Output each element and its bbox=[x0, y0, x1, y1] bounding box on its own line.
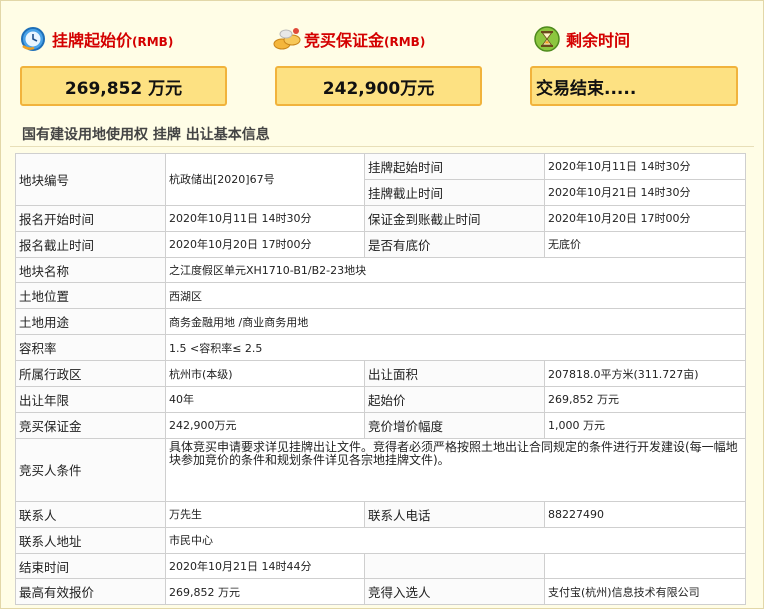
table-row: 联系人 万先生 联系人电话 88227490 bbox=[15, 500, 746, 528]
clock-icon bbox=[20, 26, 46, 52]
remaining-header: 剩余时间 bbox=[534, 24, 630, 54]
section-title: 国有建设用地使用权 挂牌 出让基本信息 bbox=[22, 127, 270, 143]
coins-icon bbox=[272, 26, 301, 52]
row-value: 西湖区 bbox=[165, 282, 746, 310]
row-key: 是否有底价 bbox=[364, 230, 545, 258]
table-row: 报名截止时间 2020年10月20日 17时00分 是否有底价 无底价 bbox=[15, 230, 746, 258]
row-key: 联系人地址 bbox=[15, 526, 166, 554]
row-key: 结束时间 bbox=[15, 552, 166, 580]
row-value: 2020年10月11日 14时30分 bbox=[544, 153, 746, 180]
row-value: 269,852 万元 bbox=[165, 578, 365, 606]
deposit-value-box: 242,900万元 bbox=[275, 66, 482, 106]
row-key: 起始价 bbox=[364, 386, 545, 413]
row-key: 挂牌起始时间 bbox=[364, 153, 545, 180]
row-key: 容积率 bbox=[15, 334, 166, 362]
row-value: 支付宝(杭州)信息技术有限公司 bbox=[544, 578, 746, 606]
row-key: 竞买保证金 bbox=[15, 411, 166, 439]
deposit-header: 竞买保证金(RMB) bbox=[272, 24, 425, 54]
row-value: 242,900万元 bbox=[165, 411, 365, 439]
table-row: 竞买保证金 242,900万元 竞价增价幅度 1,000 万元 bbox=[15, 411, 746, 439]
row-value: 2020年10月20日 17时00分 bbox=[165, 230, 365, 258]
hourglass-icon bbox=[534, 26, 560, 52]
row-value: 市民中心 bbox=[165, 526, 746, 554]
table-row: 最高有效报价 269,852 万元 竞得入选人 支付宝(杭州)信息技术有限公司 bbox=[15, 578, 746, 606]
table-row: 联系人地址 市民中心 bbox=[15, 526, 746, 554]
table-row: 地块编号 杭政储出[2020]67号 挂牌起始时间 2020年10月11日 14… bbox=[15, 153, 746, 206]
table-row: 报名开始时间 2020年10月11日 14时30分 保证金到账截止时间 2020… bbox=[15, 204, 746, 232]
remaining-label: 剩余时间 bbox=[566, 31, 631, 50]
row-key: 联系人电话 bbox=[364, 500, 545, 528]
row-value bbox=[544, 552, 746, 580]
row-value: 40年 bbox=[165, 386, 365, 413]
land-info-table: 地块编号 杭政储出[2020]67号 挂牌起始时间 2020年10月11日 14… bbox=[15, 153, 746, 606]
row-key: 报名开始时间 bbox=[15, 204, 166, 232]
row-key: 土地位置 bbox=[15, 282, 166, 310]
row-value: 2020年10月20日 17时00分 bbox=[544, 204, 746, 232]
row-key: 竞价增价幅度 bbox=[364, 411, 545, 439]
row-value: 杭政储出[2020]67号 bbox=[165, 153, 365, 206]
row-value: 万先生 bbox=[165, 500, 365, 528]
start-price-value-box: 269,852 万元 bbox=[20, 66, 227, 106]
row-value: 无底价 bbox=[544, 230, 746, 258]
row-key: 所属行政区 bbox=[15, 360, 166, 388]
row-value: 2020年10月21日 14时30分 bbox=[544, 178, 746, 206]
row-key: 地块编号 bbox=[15, 153, 166, 206]
row-key: 保证金到账截止时间 bbox=[364, 204, 545, 232]
table-row: 土地用途 商务金融用地 /商业商务用地 bbox=[15, 308, 746, 336]
table-row: 出让年限 40年 起始价 269,852 万元 bbox=[15, 386, 746, 413]
table-row: 地块名称 之江度假区单元XH1710-B1/B2-23地块 bbox=[15, 256, 746, 284]
row-key bbox=[364, 552, 545, 580]
start-price-label: 挂牌起始价(RMB) bbox=[52, 31, 174, 50]
row-value: 2020年10月11日 14时30分 bbox=[165, 204, 365, 232]
row-key: 报名截止时间 bbox=[15, 230, 166, 258]
row-value: 杭州市(本级) bbox=[165, 360, 365, 388]
row-key: 土地用途 bbox=[15, 308, 166, 336]
row-key: 竞得入选人 bbox=[364, 578, 545, 606]
row-key: 联系人 bbox=[15, 500, 166, 528]
table-row: 所属行政区 杭州市(本级) 出让面积 207818.0平方米(311.727亩) bbox=[15, 360, 746, 388]
price-header: 挂牌起始价(RMB) 竞买保证金(RMB) 剩余时间 269,852 万元 24… bbox=[0, 0, 764, 110]
start-price-header: 挂牌起始价(RMB) bbox=[20, 24, 173, 54]
section-divider bbox=[10, 146, 754, 147]
row-value: 88227490 bbox=[544, 500, 746, 528]
row-value: 1.5 <容积率≤ 2.5 bbox=[165, 334, 746, 362]
deposit-label: 竞买保证金(RMB) bbox=[304, 31, 426, 50]
row-key: 出让面积 bbox=[364, 360, 545, 388]
row-value: 2020年10月21日 14时44分 bbox=[165, 552, 365, 580]
row-value: 商务金融用地 /商业商务用地 bbox=[165, 308, 746, 336]
row-value: 之江度假区单元XH1710-B1/B2-23地块 bbox=[165, 256, 746, 284]
table-row: 容积率 1.5 <容积率≤ 2.5 bbox=[15, 334, 746, 362]
row-value: 269,852 万元 bbox=[544, 386, 746, 413]
row-value: 207818.0平方米(311.727亩) bbox=[544, 360, 746, 388]
table-row: 结束时间 2020年10月21日 14时44分 bbox=[15, 552, 746, 580]
row-key: 地块名称 bbox=[15, 256, 166, 284]
row-value: 1,000 万元 bbox=[544, 411, 746, 439]
row-key: 竞买人条件 bbox=[15, 437, 166, 502]
row-key: 最高有效报价 bbox=[15, 578, 166, 606]
row-key: 挂牌截止时间 bbox=[364, 178, 545, 206]
row-key: 出让年限 bbox=[15, 386, 166, 413]
table-row: 竞买人条件 具体竞买申请要求详见挂牌出让文件。竞得者必须严格按照土地出让合同规定… bbox=[15, 437, 746, 502]
remaining-value-box: 交易结束..... bbox=[530, 66, 738, 106]
table-row: 土地位置 西湖区 bbox=[15, 282, 746, 310]
row-value: 具体竞买申请要求详见挂牌出让文件。竞得者必须严格按照土地出让合同规定的条件进行开… bbox=[165, 437, 746, 502]
